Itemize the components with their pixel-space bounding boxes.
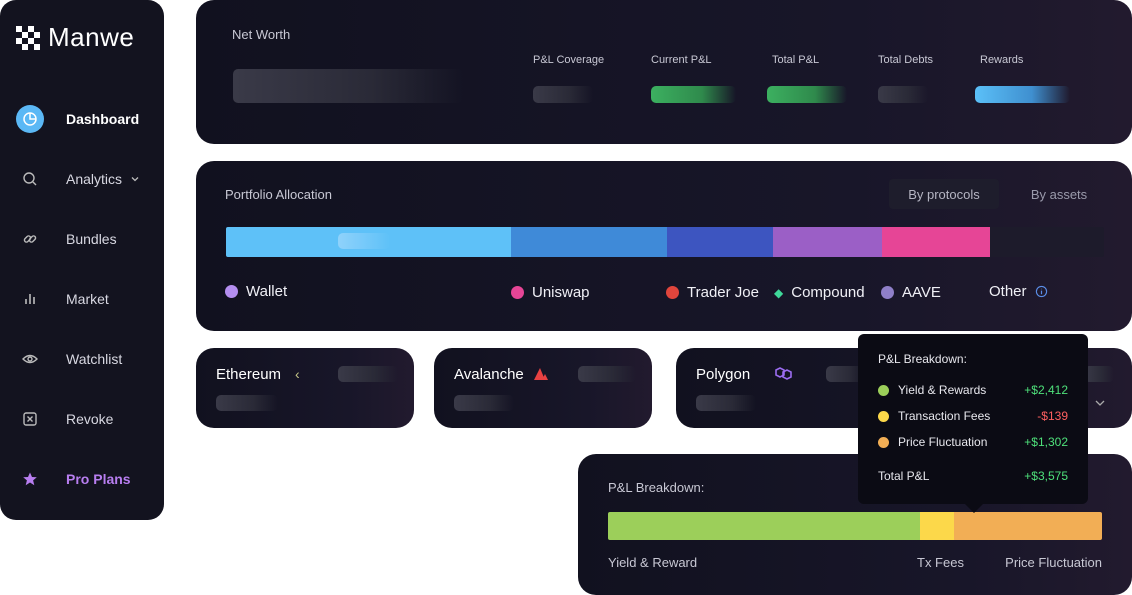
stat-label-rewards: Rewards	[980, 54, 1024, 66]
stat-value-placeholder	[975, 86, 1070, 103]
polygon-icon	[775, 367, 792, 380]
sidebar: Manwe Dashboard Analytics Bundles Market…	[0, 0, 164, 520]
stat-label-pnl-coverage: P&L Coverage	[533, 54, 605, 66]
star-icon	[16, 465, 44, 493]
ethereum-icon: ‹	[295, 366, 300, 382]
pnl-segment-0[interactable]	[608, 512, 921, 540]
compound-icon: ◆	[774, 285, 784, 300]
brand-logo[interactable]: Manwe	[16, 22, 134, 53]
stat-label-total-debts: Total Debts	[878, 54, 934, 66]
tab-by-protocols[interactable]: By protocols	[889, 179, 999, 209]
legend-wallet: Wallet	[225, 283, 287, 300]
stat-value-placeholder	[651, 86, 736, 103]
chevron-down-icon[interactable]	[130, 174, 140, 184]
avalanche-icon	[534, 368, 548, 380]
uniswap-icon	[511, 286, 524, 299]
pnl-breakdown-title: P&L Breakdown:	[608, 480, 705, 495]
sidebar-item-revoke[interactable]: Revoke	[16, 404, 156, 434]
stat-label-current-pnl: Current P&L	[651, 54, 712, 66]
allocation-segment-3[interactable]	[772, 227, 882, 257]
chain-name: Ethereum	[216, 366, 282, 383]
portfolio-allocation-title: Portfolio Allocation	[225, 187, 332, 202]
tooltip-pointer	[965, 504, 983, 513]
search-icon	[16, 165, 44, 193]
allocation-segment-5[interactable]	[989, 227, 1104, 257]
chevron-down-icon[interactable]	[1094, 397, 1106, 409]
sidebar-item-label: Watchlist	[66, 351, 123, 367]
chain-subvalue-placeholder	[454, 395, 514, 411]
sidebar-item-watchlist[interactable]: Watchlist	[16, 344, 156, 374]
tab-by-assets[interactable]: By assets	[1006, 179, 1112, 209]
chain-value-placeholder	[578, 366, 636, 382]
sidebar-item-pro-plans[interactable]: Pro Plans	[16, 464, 156, 494]
allocation-shimmer	[338, 233, 390, 249]
allocation-segment-1[interactable]	[511, 227, 667, 257]
chain-name: Polygon	[696, 366, 751, 383]
chain-subvalue-placeholder	[696, 395, 756, 411]
sidebar-item-label: Pro Plans	[66, 471, 131, 487]
sidebar-item-label: Analytics	[66, 171, 123, 187]
legend-aave: AAVE	[881, 284, 941, 301]
allocation-segment-2[interactable]	[666, 227, 773, 257]
aave-icon	[881, 286, 894, 299]
brand-name: Manwe	[48, 22, 135, 52]
tooltip-row-yield: Yield & Rewards +$2,412	[878, 383, 1068, 397]
sidebar-item-market[interactable]: Market	[16, 284, 156, 314]
tooltip-title: P&L Breakdown:	[878, 352, 967, 366]
pnl-label-yield: Yield & Reward	[608, 555, 698, 570]
sidebar-item-dashboard[interactable]: Dashboard	[16, 104, 156, 134]
trader-joe-icon	[666, 286, 679, 299]
eye-icon	[16, 345, 44, 373]
stat-value-placeholder	[878, 86, 928, 103]
sidebar-item-label: Bundles	[66, 231, 117, 247]
sidebar-item-analytics[interactable]: Analytics	[16, 164, 156, 194]
chain-name: Avalanche	[454, 366, 524, 383]
wallet-icon	[225, 285, 238, 298]
chain-card-avalanche[interactable]: Avalanche	[434, 348, 652, 428]
sidebar-item-bundles[interactable]: Bundles	[16, 224, 156, 254]
net-worth-title: Net Worth	[232, 27, 291, 42]
chain-value-placeholder	[338, 366, 398, 382]
tooltip-row-price: Price Fluctuation +$1,302	[878, 435, 1068, 449]
legend-compound: ◆ Compound	[774, 284, 865, 301]
pnl-tooltip: P&L Breakdown: Yield & Rewards +$2,412 T…	[858, 334, 1088, 513]
link-icon	[16, 225, 44, 253]
legend-other: Other	[989, 283, 1048, 300]
pie-chart-icon	[16, 105, 44, 133]
allocation-segment-4[interactable]	[881, 227, 990, 257]
sidebar-item-label: Market	[66, 291, 109, 307]
chain-extra-placeholder	[1084, 366, 1114, 382]
net-worth-card: Net Worth P&L Coverage Current P&L Total…	[196, 0, 1132, 144]
tooltip-row-fees: Transaction Fees -$139	[878, 409, 1068, 423]
sidebar-item-label: Revoke	[66, 411, 114, 427]
chain-card-ethereum[interactable]: Ethereum ‹	[196, 348, 414, 428]
legend-uniswap: Uniswap	[511, 284, 590, 301]
logo-icon	[16, 25, 40, 50]
revoke-icon	[16, 405, 44, 433]
tooltip-total: Total P&L +$3,575	[878, 469, 1068, 483]
info-icon[interactable]	[1035, 285, 1048, 298]
pnl-segment-2[interactable]	[954, 512, 1102, 540]
legend-trader-joe: Trader Joe	[666, 284, 759, 301]
bar-chart-icon	[16, 285, 44, 313]
net-worth-value-placeholder	[233, 69, 463, 103]
chain-subvalue-placeholder	[216, 395, 278, 411]
portfolio-allocation-card: Portfolio Allocation By protocols By ass…	[196, 161, 1132, 331]
pnl-segment-1[interactable]	[920, 512, 955, 540]
stat-value-placeholder	[767, 86, 847, 103]
pnl-breakdown-bar[interactable]	[608, 512, 1102, 540]
stat-value-placeholder	[533, 86, 593, 103]
pnl-label-price: Price Fluctuation	[1005, 555, 1102, 570]
stat-label-total-pnl: Total P&L	[772, 54, 820, 66]
sidebar-item-label: Dashboard	[66, 111, 140, 127]
pnl-label-fees: Tx Fees	[917, 555, 964, 570]
